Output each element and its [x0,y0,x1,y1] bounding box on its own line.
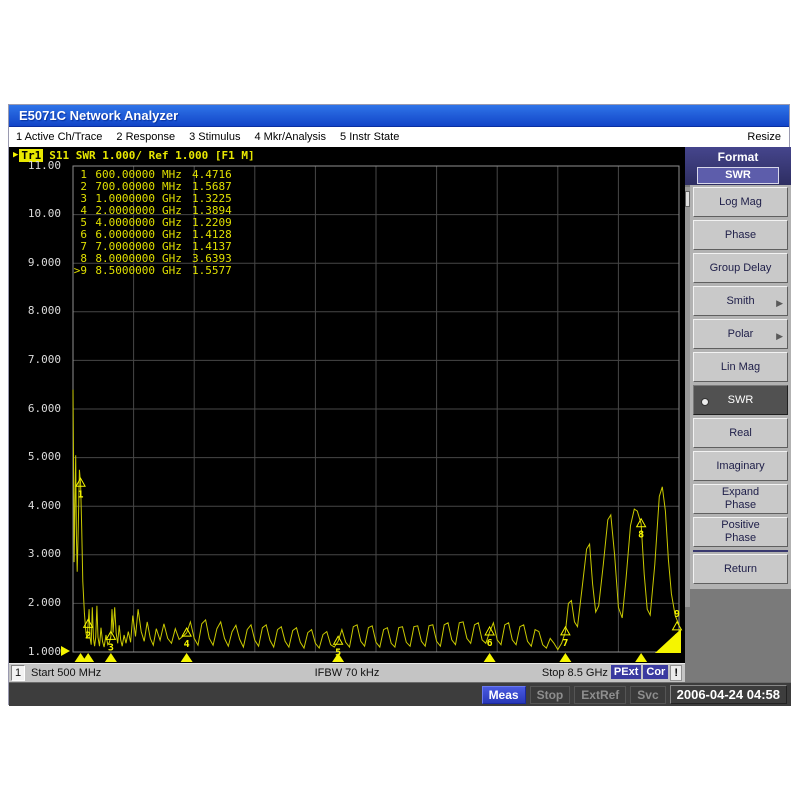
y-axis-tick: 5.000 [9,451,61,463]
softkey-smith[interactable]: Smith▶ [693,286,788,316]
marker-table: 1600.00000MHz4.47162700.00000MHz1.568731… [69,169,252,277]
softkey-swr[interactable]: SWR [693,385,788,415]
svg-text:1: 1 [78,489,84,500]
system-status-meas: Meas [482,686,526,704]
y-axis-tick: 9.000 [9,257,61,269]
analyzer-window: E5071C Network Analyzer 1 Active Ch/Trac… [8,104,790,705]
datetime-display: 2006-04-24 04:58 [670,685,787,704]
softkey-menu-title: Format [685,150,791,164]
softkey-polar[interactable]: Polar▶ [693,319,788,349]
y-axis-tick: 2.000 [9,597,61,609]
y-axis-tick: 7.000 [9,354,61,366]
svg-text:9: 9 [674,609,680,620]
system-status-extref: ExtRef [574,686,626,704]
y-axis-tick: 8.000 [9,305,61,317]
svg-text:8: 8 [638,530,644,541]
title-bar: E5071C Network Analyzer [9,105,789,127]
softkey-menu-value: SWR [697,167,779,184]
selected-bullet-icon [701,398,709,406]
svg-text:2: 2 [85,630,91,641]
instrument-status-bar: MeasStopExtRefSvc 2006-04-24 04:58 [9,682,791,706]
display-area: 1234567891 ▶ Tr1 S11 SWR 1.000/ Ref 1.00… [9,147,685,663]
y-axis-tick: 11.00 [9,160,61,172]
system-status-stop: Stop [530,686,571,704]
menu-bar: 1 Active Ch/Trace2 Response3 Stimulus4 M… [9,127,789,147]
trace-settings: S11 SWR 1.000/ Ref 1.000 [F1 M] [49,149,254,162]
channel-status-bar: 1 Start 500 MHz IFBW 70 kHz Stop 8.5 GHz… [9,663,685,682]
marker-table-row: >98.5000000GHz1.5577 [69,265,252,277]
menu-5-instr-state[interactable]: 5 Instr State [333,131,406,143]
softkey-lin-mag[interactable]: Lin Mag [693,352,788,382]
submenu-arrow-icon: ▶ [776,330,783,343]
menu-2-response[interactable]: 2 Response [109,131,182,143]
softkey-phase[interactable]: Phase [693,220,788,250]
svg-text:7: 7 [562,638,568,649]
menu-1-active-ch-trace[interactable]: 1 Active Ch/Trace [9,131,109,143]
softkey-positive-phase[interactable]: PositivePhase [693,517,788,547]
softkey-group-delay[interactable]: Group Delay [693,253,788,283]
softkey-expand-phase[interactable]: ExpandPhase [693,484,788,514]
softkey-log-mag[interactable]: Log Mag [693,187,788,217]
ifbw-value: IFBW 70 kHz [9,667,685,679]
softkey-real[interactable]: Real [693,418,788,448]
y-axis-tick: 4.000 [9,500,61,512]
svg-text:3: 3 [108,642,114,653]
softkey-return[interactable]: Return [693,554,788,584]
y-axis-tick: 6.000 [9,403,61,415]
svg-text:6: 6 [487,638,493,649]
y-axis-tick: 3.000 [9,548,61,560]
svg-text:4: 4 [184,639,190,650]
submenu-arrow-icon: ▶ [776,297,783,310]
y-axis-tick: 10.00 [9,208,61,220]
page: E5071C Network Analyzer 1 Active Ch/Trac… [0,0,800,800]
menu-4-mkr-analysis[interactable]: 4 Mkr/Analysis [247,131,333,143]
y-axis-tick: 1.000 [9,646,61,658]
softkey-imaginary[interactable]: Imaginary [693,451,788,481]
softkey-menu-header: Format SWR [685,147,791,185]
system-status-svc: Svc [630,686,665,704]
window-title: E5071C Network Analyzer [9,108,178,123]
softkey-separator [693,550,788,552]
resize-control[interactable]: Resize [747,131,789,143]
active-trace-icon: ▶ [13,150,18,160]
menu-3-stimulus[interactable]: 3 Stimulus [182,131,247,143]
softkey-menu: Format SWR Log MagPhaseGroup DelaySmith▶… [685,147,791,682]
